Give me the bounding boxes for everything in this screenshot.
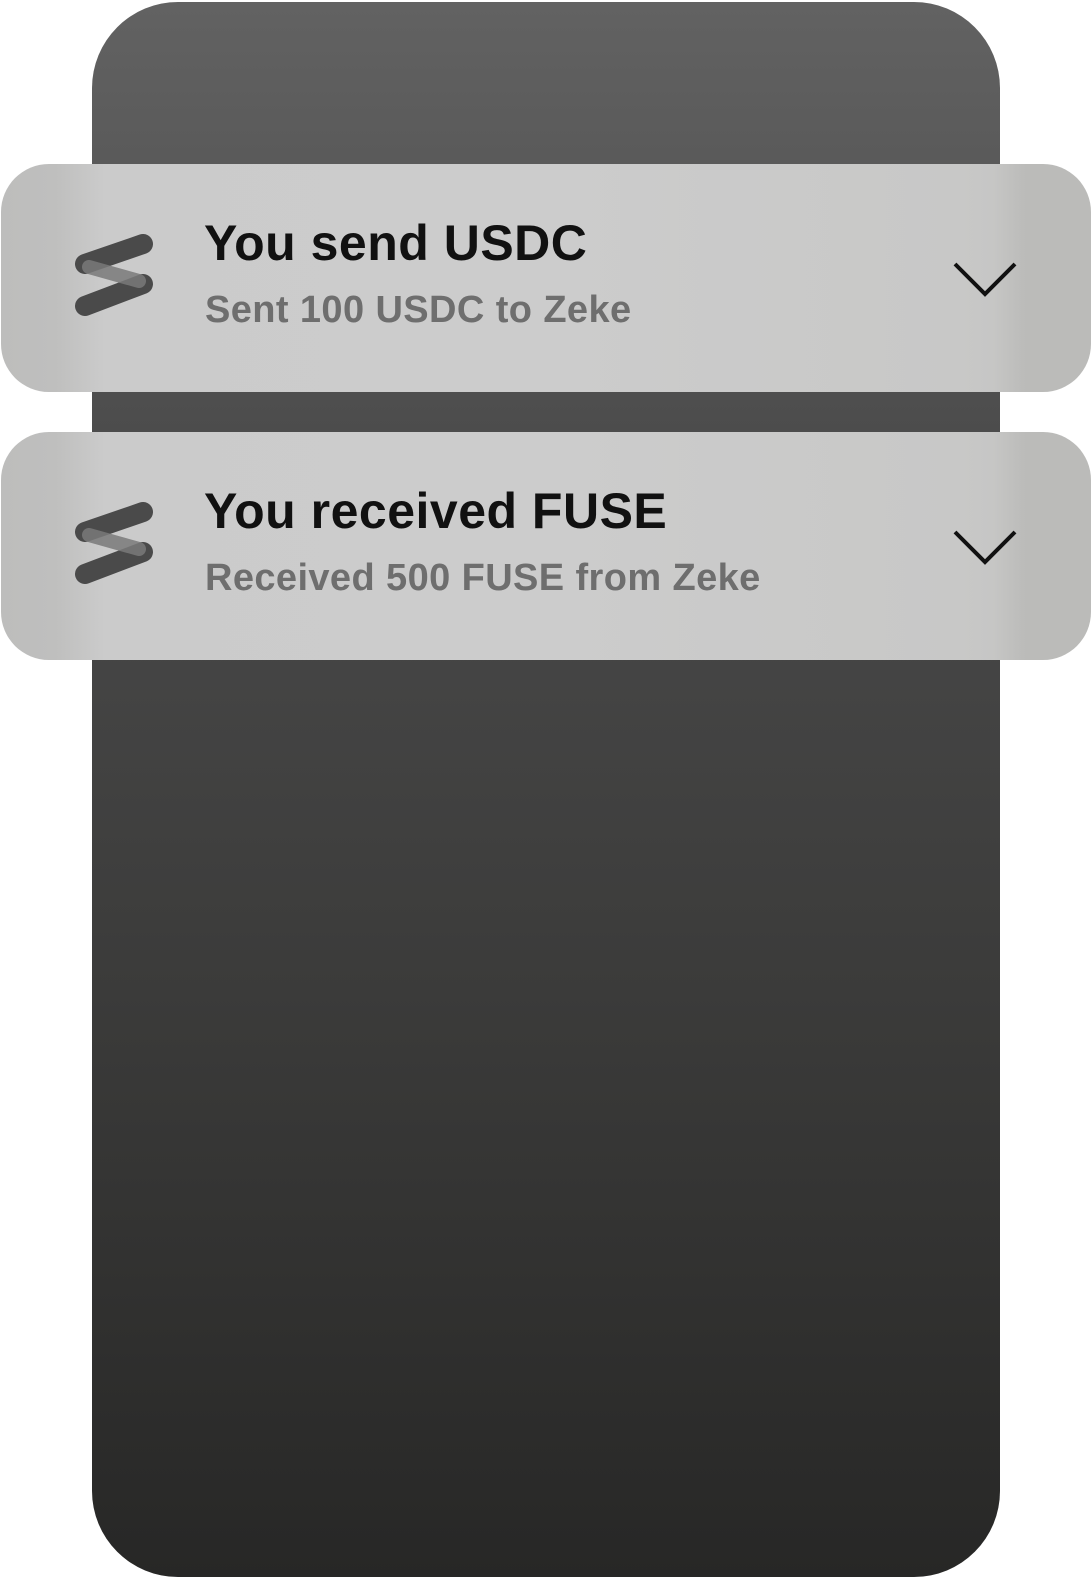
notification-title: You send USDC	[204, 215, 588, 271]
fuse-logo-icon	[75, 502, 153, 584]
fuse-logo-icon	[75, 234, 153, 316]
chevron-down-icon[interactable]	[951, 528, 1019, 568]
notification-message: Sent 100 USDC to Zeke	[205, 289, 632, 331]
notification-card-usdc-sent[interactable]: You send USDC Sent 100 USDC to Zeke	[1, 164, 1091, 392]
notification-title: You received FUSE	[204, 483, 668, 539]
notification-message: Received 500 FUSE from Zeke	[205, 557, 761, 599]
notification-card-fuse-received[interactable]: You received FUSE Received 500 FUSE from…	[1, 432, 1091, 660]
chevron-down-icon[interactable]	[951, 260, 1019, 300]
stage: You send USDC Sent 100 USDC to Zeke You …	[0, 0, 1092, 1577]
